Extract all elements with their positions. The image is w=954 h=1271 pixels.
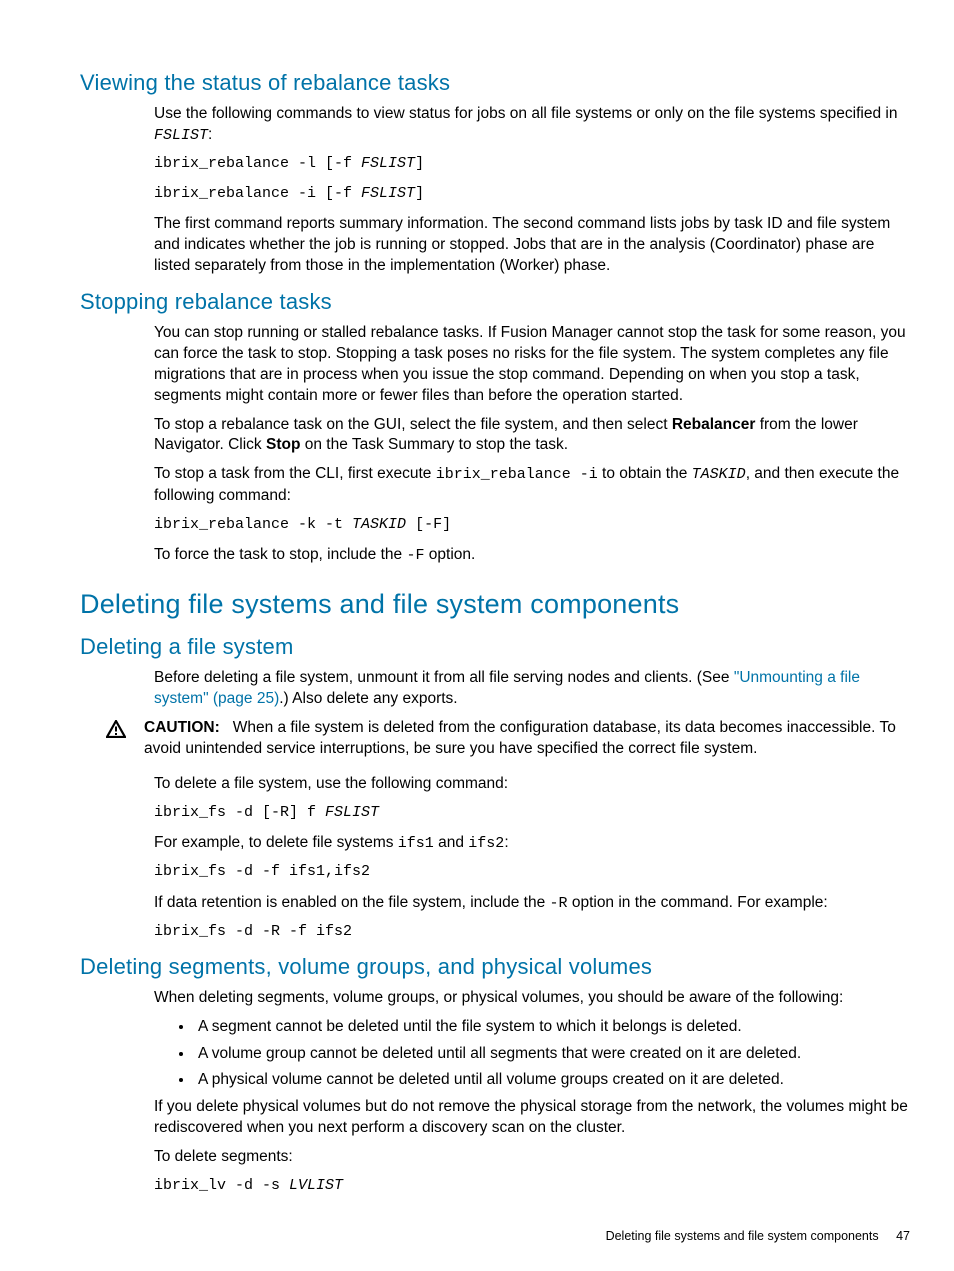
bold-text: Rebalancer	[672, 416, 756, 433]
cmd-text: ibrix_rebalance -k -t	[154, 516, 352, 533]
inline-code: ifs2	[468, 835, 504, 852]
list-item: A segment cannot be deleted until the fi…	[194, 1017, 914, 1038]
cmd-text: [-F]	[406, 516, 451, 533]
text: For example, to delete file systems	[154, 834, 398, 851]
text: Use the following commands to view statu…	[154, 105, 897, 122]
list-item: A volume group cannot be deleted until a…	[194, 1044, 914, 1065]
heading-deleting-main: Deleting file systems and file system co…	[80, 586, 914, 622]
caution-text-block: CAUTION: When a file system is deleted f…	[144, 718, 914, 760]
heading-deleting-segments: Deleting segments, volume groups, and ph…	[80, 952, 914, 982]
inline-code: FSLIST	[154, 127, 208, 144]
cmd-text: ibrix_lv -d -s	[154, 1177, 289, 1194]
text: If data retention is enabled on the file…	[154, 894, 550, 911]
stopping-p1: You can stop running or stalled rebalanc…	[154, 323, 914, 407]
inline-code: TASKID	[692, 466, 746, 483]
delfs-p4: If data retention is enabled on the file…	[154, 893, 914, 914]
command-block: ibrix_rebalance -l [-f FSLIST]	[154, 154, 914, 174]
inline-code: ibrix_rebalance -i	[436, 466, 598, 483]
caution-icon	[106, 720, 126, 745]
viewing-p2: The first command reports summary inform…	[154, 214, 914, 277]
section-stopping-body: You can stop running or stalled rebalanc…	[154, 323, 914, 566]
command-block: ibrix_fs -d -f ifs1,ifs2	[154, 862, 914, 882]
text: :	[208, 126, 212, 143]
bold-text: Stop	[266, 436, 300, 453]
stopping-p4: To force the task to stop, include the -…	[154, 545, 914, 566]
command-block: ibrix_rebalance -i [-f FSLIST]	[154, 184, 914, 204]
inline-code: -F	[406, 547, 424, 564]
list-item: A physical volume cannot be deleted unti…	[194, 1070, 914, 1091]
stopping-p2: To stop a rebalance task on the GUI, sel…	[154, 415, 914, 457]
stopping-p3: To stop a task from the CLI, first execu…	[154, 464, 914, 506]
cmd-text: ]	[415, 155, 424, 172]
text: To stop a task from the CLI, first execu…	[154, 465, 436, 482]
text: and	[434, 834, 468, 851]
page-number: 47	[896, 1229, 910, 1243]
command-block: ibrix_lv -d -s LVLIST	[154, 1176, 914, 1196]
caution-label: CAUTION:	[144, 719, 220, 736]
cmd-text: ]	[415, 185, 424, 202]
text: option.	[424, 546, 475, 563]
inline-code: -R	[550, 895, 568, 912]
section-delseg-body: When deleting segments, volume groups, o…	[154, 988, 914, 1197]
section-delfs-lead: Before deleting a file system, unmount i…	[154, 668, 914, 710]
caution-body: When a file system is deleted from the c…	[144, 719, 896, 757]
text: To force the task to stop, include the	[154, 546, 406, 563]
footer-title: Deleting file systems and file system co…	[606, 1229, 879, 1243]
command-block: ibrix_fs -d [-R] f FSLIST	[154, 803, 914, 823]
text: to obtain the	[598, 465, 692, 482]
command-block: ibrix_rebalance -k -t TASKID [-F]	[154, 515, 914, 535]
delseg-p2: If you delete physical volumes but do no…	[154, 1097, 914, 1139]
heading-stopping: Stopping rebalance tasks	[80, 287, 914, 317]
cmd-text: ibrix_rebalance -l [-f	[154, 155, 361, 172]
delfs-p2: To delete a file system, use the followi…	[154, 774, 914, 795]
text: Before deleting a file system, unmount i…	[154, 669, 734, 686]
command-block: ibrix_fs -d -R -f ifs2	[154, 922, 914, 942]
delseg-p1: When deleting segments, volume groups, o…	[154, 988, 914, 1009]
cmd-arg: FSLIST	[361, 185, 415, 202]
heading-viewing-status: Viewing the status of rebalance tasks	[80, 68, 914, 98]
section-viewing-body: Use the following commands to view statu…	[154, 104, 914, 277]
caution-box: CAUTION: When a file system is deleted f…	[106, 718, 914, 760]
section-delfs-body: To delete a file system, use the followi…	[154, 774, 914, 942]
bullet-list: A segment cannot be deleted until the fi…	[154, 1017, 914, 1092]
text: on the Task Summary to stop the task.	[300, 436, 568, 453]
text: :	[504, 834, 508, 851]
viewing-p1: Use the following commands to view statu…	[154, 104, 914, 146]
heading-deleting-fs: Deleting a file system	[80, 632, 914, 662]
cmd-text: ibrix_rebalance -i [-f	[154, 185, 361, 202]
cmd-arg: TASKID	[352, 516, 406, 533]
document-page: Viewing the status of rebalance tasks Us…	[0, 0, 954, 1265]
delseg-p3: To delete segments:	[154, 1147, 914, 1168]
text: .) Also delete any exports.	[279, 690, 457, 707]
inline-code: ifs1	[398, 835, 434, 852]
text: option in the command. For example:	[568, 894, 828, 911]
page-footer: Deleting file systems and file system co…	[80, 1228, 914, 1245]
delfs-p3: For example, to delete file systems ifs1…	[154, 833, 914, 854]
delfs-p1: Before deleting a file system, unmount i…	[154, 668, 914, 710]
cmd-arg: LVLIST	[289, 1177, 343, 1194]
cmd-text: ibrix_fs -d [-R] f	[154, 804, 325, 821]
cmd-arg: FSLIST	[361, 155, 415, 172]
cmd-arg: FSLIST	[325, 804, 379, 821]
text: To stop a rebalance task on the GUI, sel…	[154, 416, 672, 433]
